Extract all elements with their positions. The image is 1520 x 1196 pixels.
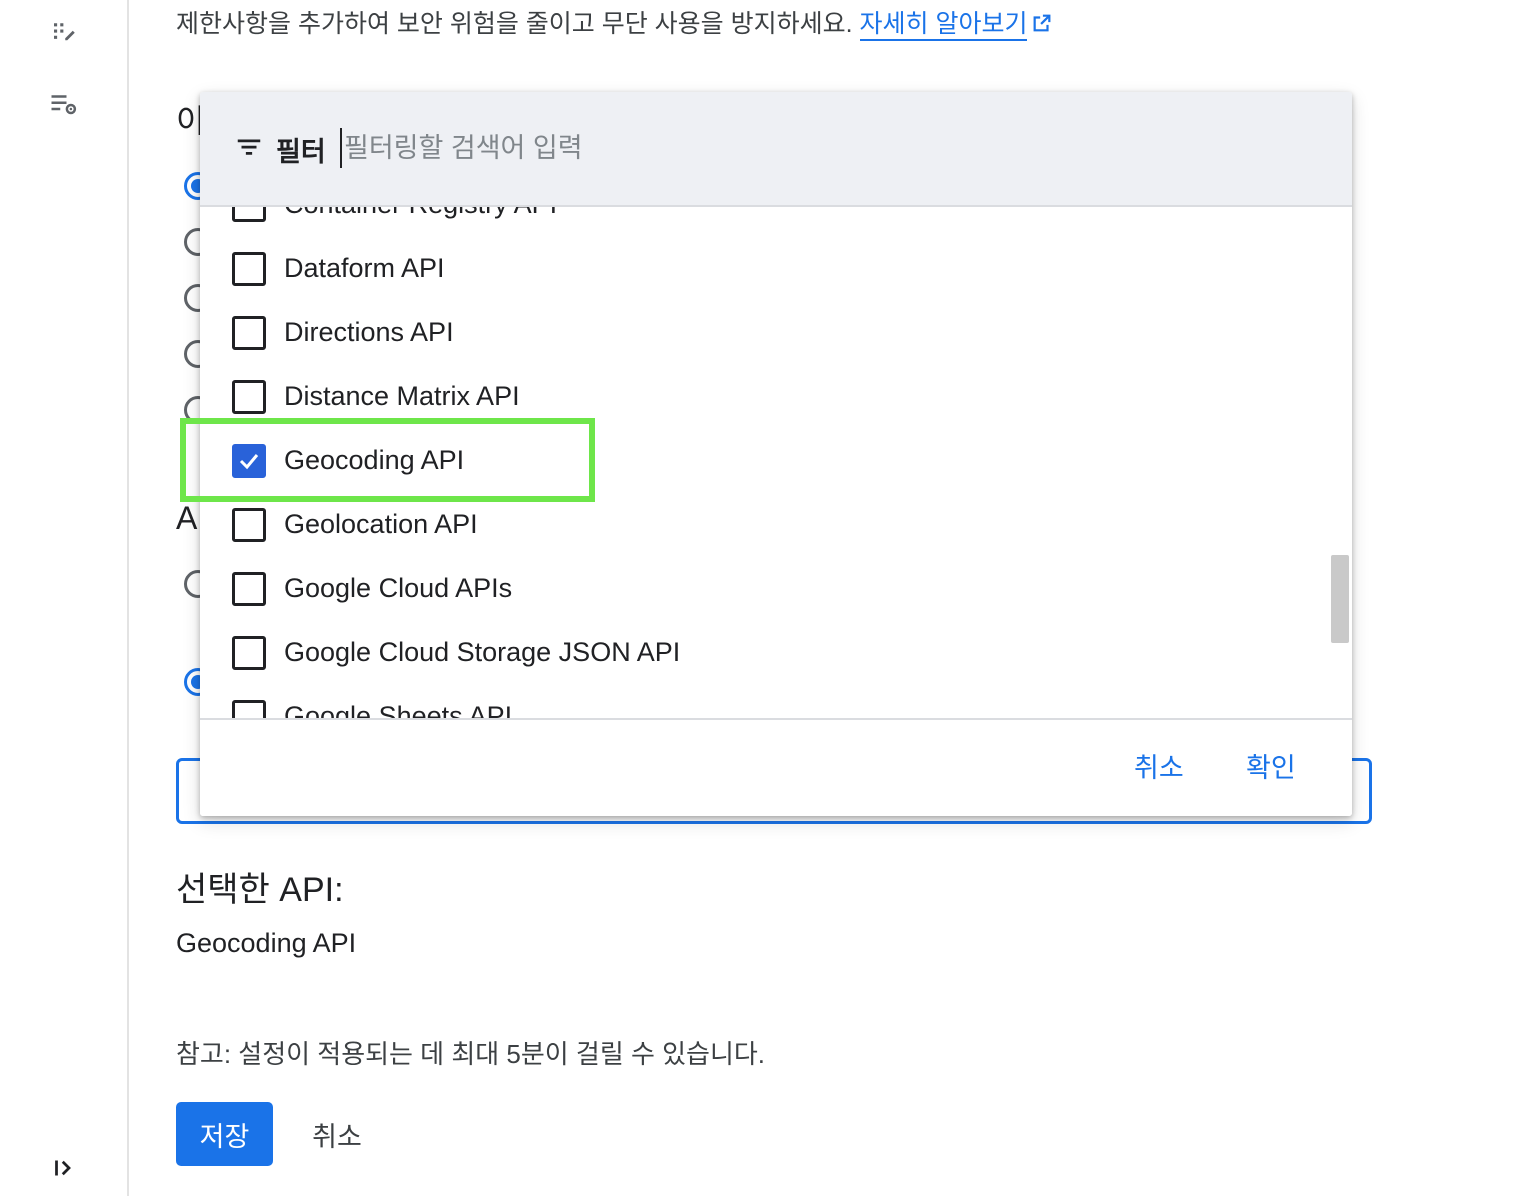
list-item[interactable]: Dataform API: [200, 237, 1320, 301]
intro-description: 제한사항을 추가하여 보안 위험을 줄이고 무단 사용을 방지하세요.: [176, 10, 860, 38]
selected-apis-title: 선택한 API:: [176, 871, 344, 909]
filter-bar: 필터: [200, 92, 1352, 207]
cancel-button[interactable]: 취소: [304, 1102, 370, 1166]
checkbox[interactable]: [232, 207, 266, 222]
section-heading-api: A: [176, 500, 198, 536]
list-item-label: Google Cloud Storage JSON API: [284, 637, 681, 667]
list-item-label: Container Registry API: [284, 207, 557, 220]
dialog-cancel-button[interactable]: 취소: [1134, 746, 1184, 785]
list-item[interactable]: Container Registry API: [200, 207, 1320, 237]
list-item-label: Distance Matrix API: [284, 381, 520, 411]
list-item-label: Dataform API: [284, 253, 445, 283]
dialog-footer: 취소 확인: [200, 718, 1352, 816]
checkbox[interactable]: [232, 636, 266, 670]
external-link-icon[interactable]: [1031, 12, 1053, 34]
selection-highlight-box: [180, 418, 595, 502]
list-item-label: Directions API: [284, 317, 454, 347]
filter-input[interactable]: [340, 128, 946, 168]
list-item-label: Geolocation API: [284, 509, 478, 539]
filter-label: 필터: [276, 137, 326, 167]
checkbox[interactable]: [232, 508, 266, 542]
checkbox[interactable]: [232, 700, 266, 718]
settings-note: 참고: 설정이 적용되는 데 최대 5분이 걸릴 수 있습니다.: [176, 1039, 766, 1069]
list-item-label: Google Cloud APIs: [284, 573, 513, 603]
selected-api-value: Geocoding API: [176, 928, 357, 958]
list-item[interactable]: Directions API: [200, 301, 1320, 365]
filter-icon: [237, 139, 261, 155]
list-item[interactable]: Google Cloud Storage JSON API: [200, 621, 1320, 685]
settings-list-icon[interactable]: [46, 86, 82, 122]
list-item[interactable]: Geolocation API: [200, 493, 1320, 557]
checkbox[interactable]: [232, 252, 266, 286]
list-item-label: Google Sheets API: [284, 701, 513, 718]
expand-sidebar-icon[interactable]: [46, 1150, 82, 1186]
learn-more-link[interactable]: 자세히 알아보기: [859, 10, 1028, 41]
dialog-ok-button[interactable]: 확인: [1246, 746, 1296, 785]
list-item[interactable]: Google Sheets API: [200, 685, 1320, 718]
checkbox[interactable]: [232, 572, 266, 606]
list-scrollbar[interactable]: [1331, 555, 1349, 643]
api-explorer-icon[interactable]: [46, 14, 82, 50]
checkbox[interactable]: [232, 380, 266, 414]
checkbox[interactable]: [232, 316, 266, 350]
intro-text: 제한사항을 추가하여 보안 위험을 줄이고 무단 사용을 방지하세요. 자세히 …: [176, 4, 1053, 41]
list-item[interactable]: Google Cloud APIs: [200, 557, 1320, 621]
left-rail: [0, 0, 129, 1196]
save-button[interactable]: 저장: [176, 1102, 273, 1166]
